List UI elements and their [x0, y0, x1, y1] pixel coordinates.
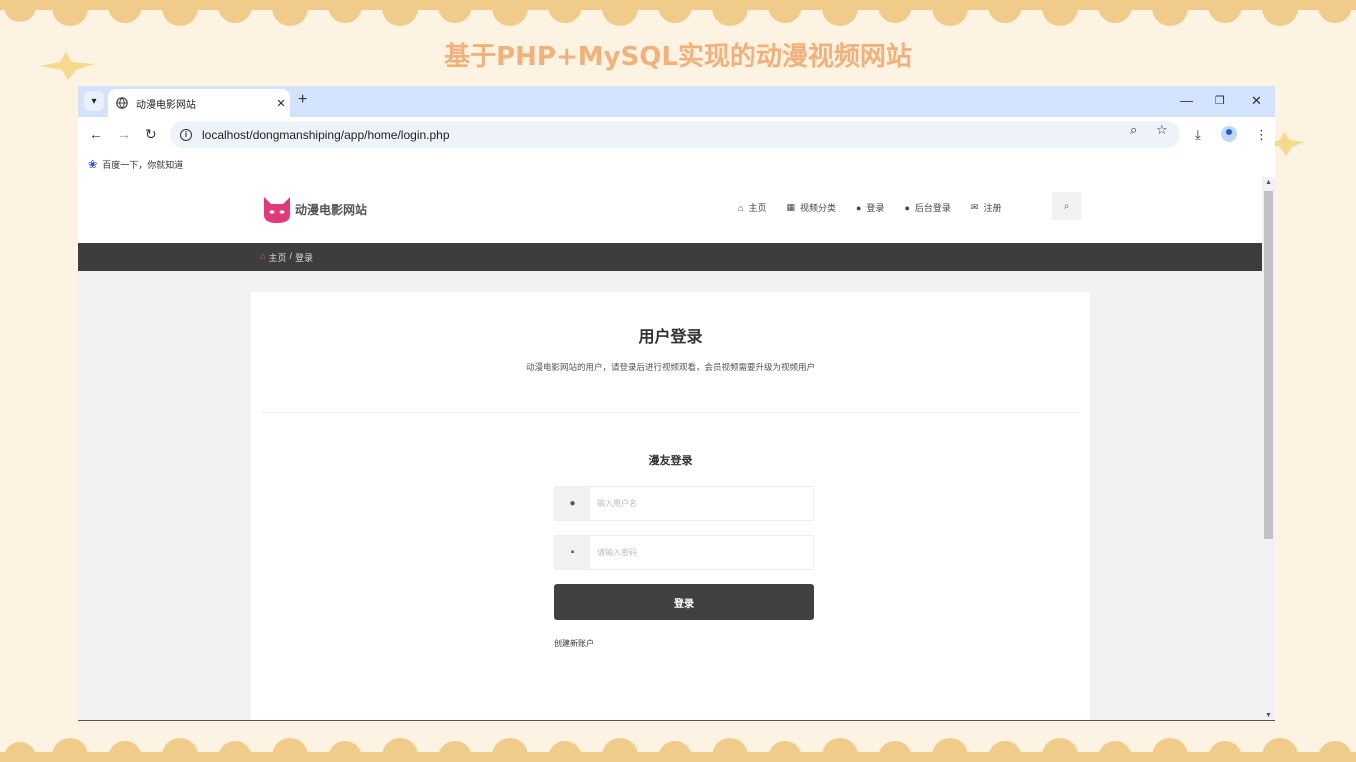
nav-item-categories[interactable]: ▦ 视频分类: [786, 201, 836, 214]
main-nav: ⌂ 主页 ▦ 视频分类 ● 登录 ● 后台登录 ✉ 注册: [738, 201, 1021, 214]
user-icon: ●: [904, 202, 910, 213]
minimize-icon[interactable]: —: [1180, 93, 1193, 108]
close-tab-icon[interactable]: ✕: [272, 97, 290, 110]
create-account-link[interactable]: 创建新账户: [554, 638, 594, 649]
slide-title: 基于PHP+MySQL实现的动漫视频网站: [444, 42, 912, 72]
scroll-thumb[interactable]: [1264, 191, 1273, 539]
bookmark-baidu[interactable]: 百度一下，你就知道: [102, 158, 183, 171]
tab-title: 动漫电影网站: [136, 99, 196, 111]
vertical-scrollbar[interactable]: ▲ ▼: [1262, 177, 1275, 720]
zoom-icon[interactable]: ⌕: [1130, 122, 1137, 138]
envelope-icon: ✉: [970, 202, 979, 212]
star-bookmark-icon[interactable]: ☆: [1156, 122, 1168, 138]
profile-avatar-icon[interactable]: [1221, 126, 1237, 142]
username-field: ●: [554, 486, 814, 521]
login-button[interactable]: 登录: [554, 584, 814, 620]
cloud-border-top: [0, 0, 1356, 26]
username-input[interactable]: [590, 487, 813, 520]
nav-label: 登录: [866, 203, 885, 213]
cat-logo-icon: [264, 197, 290, 223]
page-title: 用户登录: [638, 329, 703, 346]
browser-tab[interactable]: 动漫电影网站 ✕: [108, 89, 290, 117]
cloud-border-bottom: [0, 738, 1356, 762]
logo-text: 动漫电影网站: [295, 202, 368, 217]
tab-list-button[interactable]: ▾: [84, 91, 104, 111]
download-icon[interactable]: ⤓: [1195, 127, 1201, 143]
paw-icon: ❀: [88, 158, 98, 171]
globe-icon: [116, 97, 128, 109]
browser-window: ▾ 动漫电影网站 ✕ + — ❐ ✕ ← → ↻ i localhost/don…: [78, 86, 1275, 721]
site-logo[interactable]: 动漫电影网站: [262, 195, 367, 223]
nav-item-login[interactable]: ● 登录: [856, 201, 884, 214]
scroll-down-arrow-icon[interactable]: ▼: [1265, 712, 1272, 719]
bookmarks-bar: ❀ 百度一下，你就知道: [78, 151, 1275, 177]
info-icon[interactable]: i: [180, 128, 192, 141]
breadcrumb-separator: /: [289, 251, 292, 261]
divider: [261, 412, 1080, 413]
forward-arrow-icon[interactable]: →: [117, 126, 131, 142]
breadcrumb: ⌂ 主页 / 登录: [260, 251, 313, 264]
page-viewport: 动漫电影网站 ⌂ 主页 ▦ 视频分类 ● 登录 ● 后台登录 ✉ 注册 ⌕ ⌂ …: [78, 177, 1275, 720]
password-field: ▪: [554, 535, 814, 570]
form-title: 漫友登录: [648, 455, 693, 467]
password-input[interactable]: [590, 536, 813, 569]
home-icon: ⌂: [260, 251, 266, 261]
home-icon: ⌂: [738, 202, 744, 213]
page-subtitle: 动漫电影网站的用户，请登录后进行视频观看，会员视频需要升级为视频用户: [525, 362, 815, 372]
nav-label: 视频分类: [799, 203, 836, 213]
breadcrumb-home[interactable]: 主页: [268, 251, 286, 264]
site-search-button[interactable]: ⌕: [1052, 192, 1081, 220]
chevron-down-icon: ▾: [91, 95, 97, 107]
site-header: 动漫电影网站 ⌂ 主页 ▦ 视频分类 ● 登录 ● 后台登录 ✉ 注册 ⌕: [78, 177, 1262, 243]
search-icon: ⌕: [1063, 200, 1070, 212]
kebab-menu-icon[interactable]: ⋮: [1255, 127, 1268, 143]
nav-label: 后台登录: [914, 203, 951, 213]
close-window-icon[interactable]: ✕: [1251, 93, 1262, 109]
nav-item-register[interactable]: ✉ 注册: [971, 201, 1002, 214]
user-icon: ●: [855, 202, 862, 213]
nav-item-home[interactable]: ⌂ 主页: [738, 201, 766, 214]
restore-icon[interactable]: ❐: [1215, 94, 1225, 107]
grid-icon: ▦: [786, 202, 795, 212]
nav-label: 注册: [983, 203, 1002, 213]
address-bar[interactable]: i localhost/dongmanshiping/app/home/logi…: [170, 121, 1180, 148]
login-card: 用户登录 动漫电影网站的用户，请登录后进行视频观看，会员视频需要升级为视频用户 …: [251, 292, 1090, 720]
nav-item-admin-login[interactable]: ● 后台登录: [904, 201, 950, 214]
reload-icon[interactable]: ↻: [145, 126, 157, 143]
scroll-up-arrow-icon[interactable]: ▲: [1265, 179, 1272, 186]
breadcrumb-current: 登录: [294, 253, 313, 263]
nav-label: 主页: [748, 203, 767, 213]
browser-toolbar: ← → ↻ i localhost/dongmanshiping/app/hom…: [78, 117, 1275, 151]
breadcrumb-bar: ⌂ 主页 / 登录: [78, 243, 1262, 271]
url-text[interactable]: localhost/dongmanshiping/app/home/login.…: [202, 128, 1180, 142]
back-arrow-icon[interactable]: ←: [89, 126, 103, 142]
new-tab-button[interactable]: +: [298, 91, 307, 109]
lock-icon: ▪: [555, 536, 590, 569]
user-icon: ●: [555, 487, 590, 520]
tab-bar: ▾ 动漫电影网站 ✕ + — ❐ ✕: [78, 86, 1275, 117]
